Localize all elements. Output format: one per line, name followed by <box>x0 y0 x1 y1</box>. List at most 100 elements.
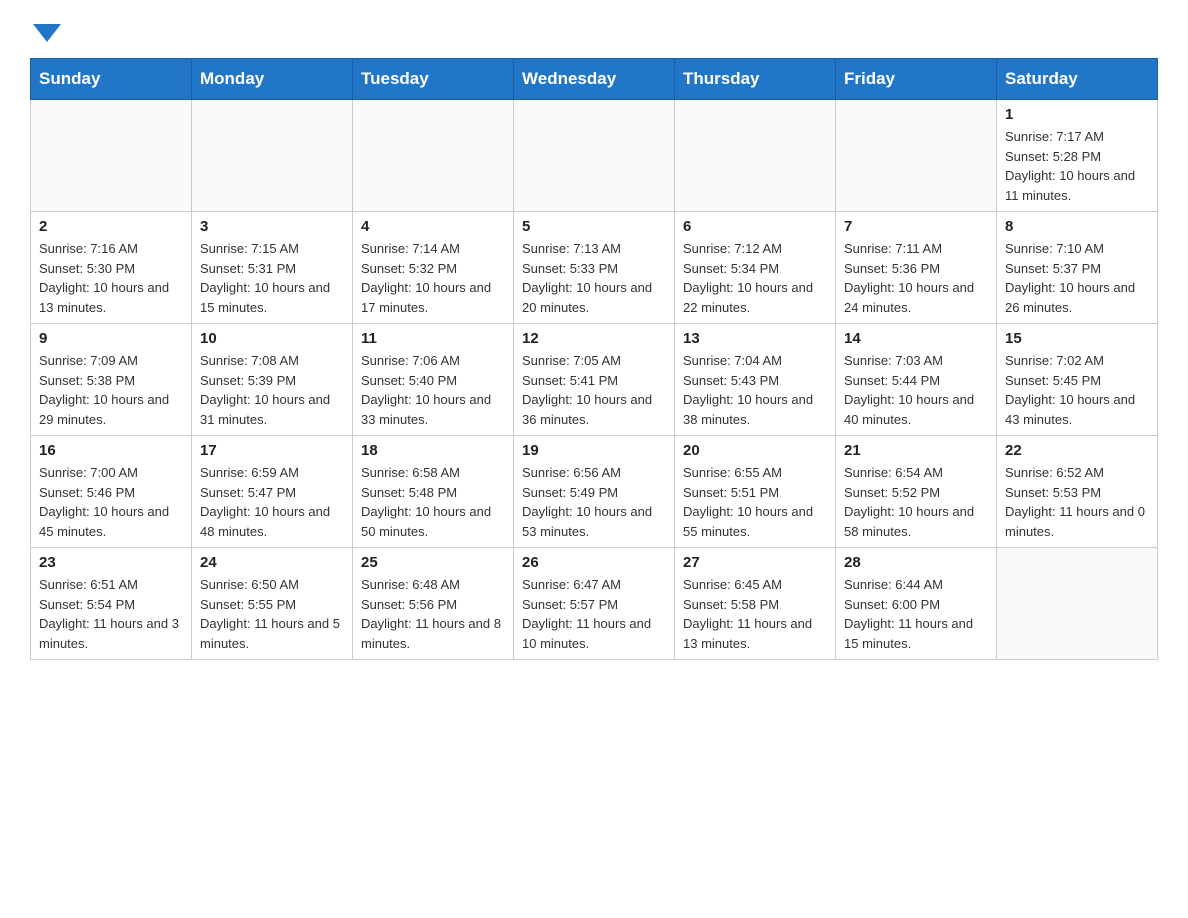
calendar-cell: 6 Sunrise: 7:12 AM Sunset: 5:34 PM Daylig… <box>675 212 836 324</box>
calendar-cell: 20 Sunrise: 6:55 AM Sunset: 5:51 PM Dayli… <box>675 436 836 548</box>
day-number: 9 <box>39 330 183 347</box>
calendar-cell: 24 Sunrise: 6:50 AM Sunset: 5:55 PM Dayli… <box>192 548 353 660</box>
calendar-week-row: 23 Sunrise: 6:51 AM Sunset: 5:54 PM Dayli… <box>31 548 1158 660</box>
day-number: 10 <box>200 330 344 347</box>
calendar-week-row: 16 Sunrise: 7:00 AM Sunset: 5:46 PM Dayli… <box>31 436 1158 548</box>
logo-triangle-icon <box>33 24 61 42</box>
day-number: 14 <box>844 330 988 347</box>
day-info: Sunrise: 6:54 AM Sunset: 5:52 PM Dayligh… <box>844 463 988 541</box>
calendar-cell: 11 Sunrise: 7:06 AM Sunset: 5:40 PM Dayli… <box>353 324 514 436</box>
calendar-cell: 4Sunrise: 7:14 AM Sunset: 5:32 PM Daylig… <box>353 212 514 324</box>
day-number: 8 <box>1005 218 1149 235</box>
day-number: 28 <box>844 554 988 571</box>
day-info: Sunrise: 6:45 AM Sunset: 5:58 PM Dayligh… <box>683 575 827 653</box>
day-number: 25 <box>361 554 505 571</box>
day-info: Sunrise: 7:14 AM Sunset: 5:32 PM Dayligh… <box>361 239 505 317</box>
day-number: 17 <box>200 442 344 459</box>
day-info: Sunrise: 6:48 AM Sunset: 5:56 PM Dayligh… <box>361 575 505 653</box>
day-number: 16 <box>39 442 183 459</box>
calendar-cell <box>514 100 675 212</box>
day-number: 11 <box>361 330 505 347</box>
calendar-week-row: 2 Sunrise: 7:16 AM Sunset: 5:30 PM Daylig… <box>31 212 1158 324</box>
day-number: 6 <box>683 218 827 235</box>
day-number: 15 <box>1005 330 1149 347</box>
day-info: Sunrise: 7:17 AM Sunset: 5:28 PM Dayligh… <box>1005 127 1149 205</box>
day-number: 22 <box>1005 442 1149 459</box>
day-info: Sunrise: 7:03 AM Sunset: 5:44 PM Dayligh… <box>844 351 988 429</box>
day-info: Sunrise: 7:12 AM Sunset: 5:34 PM Dayligh… <box>683 239 827 317</box>
day-info: Sunrise: 7:04 AM Sunset: 5:43 PM Dayligh… <box>683 351 827 429</box>
day-number: 19 <box>522 442 666 459</box>
calendar-cell: 21 Sunrise: 6:54 AM Sunset: 5:52 PM Dayli… <box>836 436 997 548</box>
calendar-cell <box>353 100 514 212</box>
day-info: Sunrise: 6:51 AM Sunset: 5:54 PM Dayligh… <box>39 575 183 653</box>
day-number: 7 <box>844 218 988 235</box>
calendar-cell: 16 Sunrise: 7:00 AM Sunset: 5:46 PM Dayli… <box>31 436 192 548</box>
calendar-cell: 25 Sunrise: 6:48 AM Sunset: 5:56 PM Dayli… <box>353 548 514 660</box>
calendar-header-tuesday: Tuesday <box>353 59 514 100</box>
calendar-cell: 9 Sunrise: 7:09 AM Sunset: 5:38 PM Daylig… <box>31 324 192 436</box>
day-info: Sunrise: 7:05 AM Sunset: 5:41 PM Dayligh… <box>522 351 666 429</box>
day-number: 2 <box>39 218 183 235</box>
calendar-cell <box>31 100 192 212</box>
day-info: Sunrise: 7:16 AM Sunset: 5:30 PM Dayligh… <box>39 239 183 317</box>
calendar-cell: 22 Sunrise: 6:52 AM Sunset: 5:53 PM Dayli… <box>997 436 1158 548</box>
calendar-cell <box>675 100 836 212</box>
calendar-cell: 19 Sunrise: 6:56 AM Sunset: 5:49 PM Dayli… <box>514 436 675 548</box>
calendar-cell: 18 Sunrise: 6:58 AM Sunset: 5:48 PM Dayli… <box>353 436 514 548</box>
calendar-header-thursday: Thursday <box>675 59 836 100</box>
calendar-cell <box>997 548 1158 660</box>
calendar-cell: 27 Sunrise: 6:45 AM Sunset: 5:58 PM Dayli… <box>675 548 836 660</box>
day-info: Sunrise: 6:47 AM Sunset: 5:57 PM Dayligh… <box>522 575 666 653</box>
day-info: Sunrise: 6:55 AM Sunset: 5:51 PM Dayligh… <box>683 463 827 541</box>
calendar-cell: 26 Sunrise: 6:47 AM Sunset: 5:57 PM Dayli… <box>514 548 675 660</box>
calendar-cell: 13 Sunrise: 7:04 AM Sunset: 5:43 PM Dayli… <box>675 324 836 436</box>
logo <box>30 20 61 38</box>
day-number: 13 <box>683 330 827 347</box>
calendar-cell <box>836 100 997 212</box>
calendar-table: SundayMondayTuesdayWednesdayThursdayFrid… <box>30 58 1158 660</box>
calendar-header-row: SundayMondayTuesdayWednesdayThursdayFrid… <box>31 59 1158 100</box>
calendar-header-sunday: Sunday <box>31 59 192 100</box>
day-info: Sunrise: 7:09 AM Sunset: 5:38 PM Dayligh… <box>39 351 183 429</box>
day-info: Sunrise: 7:13 AM Sunset: 5:33 PM Dayligh… <box>522 239 666 317</box>
calendar-cell: 10 Sunrise: 7:08 AM Sunset: 5:39 PM Dayli… <box>192 324 353 436</box>
day-info: Sunrise: 6:44 AM Sunset: 6:00 PM Dayligh… <box>844 575 988 653</box>
day-info: Sunrise: 7:02 AM Sunset: 5:45 PM Dayligh… <box>1005 351 1149 429</box>
day-info: Sunrise: 6:58 AM Sunset: 5:48 PM Dayligh… <box>361 463 505 541</box>
calendar-cell: 2 Sunrise: 7:16 AM Sunset: 5:30 PM Daylig… <box>31 212 192 324</box>
calendar-cell: 17 Sunrise: 6:59 AM Sunset: 5:47 PM Dayli… <box>192 436 353 548</box>
day-info: Sunrise: 6:56 AM Sunset: 5:49 PM Dayligh… <box>522 463 666 541</box>
day-number: 24 <box>200 554 344 571</box>
day-number: 1 <box>1005 106 1149 123</box>
day-info: Sunrise: 7:10 AM Sunset: 5:37 PM Dayligh… <box>1005 239 1149 317</box>
calendar-header-saturday: Saturday <box>997 59 1158 100</box>
day-info: Sunrise: 6:50 AM Sunset: 5:55 PM Dayligh… <box>200 575 344 653</box>
day-number: 23 <box>39 554 183 571</box>
calendar-week-row: 9 Sunrise: 7:09 AM Sunset: 5:38 PM Daylig… <box>31 324 1158 436</box>
calendar-cell <box>192 100 353 212</box>
day-info: Sunrise: 6:52 AM Sunset: 5:53 PM Dayligh… <box>1005 463 1149 541</box>
page-header <box>30 20 1158 38</box>
day-number: 12 <box>522 330 666 347</box>
day-number: 21 <box>844 442 988 459</box>
calendar-cell: 12 Sunrise: 7:05 AM Sunset: 5:41 PM Dayli… <box>514 324 675 436</box>
calendar-header-monday: Monday <box>192 59 353 100</box>
calendar-cell: 7 Sunrise: 7:11 AM Sunset: 5:36 PM Daylig… <box>836 212 997 324</box>
calendar-cell: 14 Sunrise: 7:03 AM Sunset: 5:44 PM Dayli… <box>836 324 997 436</box>
day-number: 20 <box>683 442 827 459</box>
calendar-cell: 1 Sunrise: 7:17 AM Sunset: 5:28 PM Daylig… <box>997 100 1158 212</box>
calendar-header-wednesday: Wednesday <box>514 59 675 100</box>
day-number: 18 <box>361 442 505 459</box>
day-info: Sunrise: 7:06 AM Sunset: 5:40 PM Dayligh… <box>361 351 505 429</box>
day-number: 27 <box>683 554 827 571</box>
day-info: Sunrise: 7:00 AM Sunset: 5:46 PM Dayligh… <box>39 463 183 541</box>
day-info: Sunrise: 6:59 AM Sunset: 5:47 PM Dayligh… <box>200 463 344 541</box>
calendar-week-row: 1 Sunrise: 7:17 AM Sunset: 5:28 PM Daylig… <box>31 100 1158 212</box>
day-info: Sunrise: 7:15 AM Sunset: 5:31 PM Dayligh… <box>200 239 344 317</box>
day-info: Sunrise: 7:11 AM Sunset: 5:36 PM Dayligh… <box>844 239 988 317</box>
day-info: Sunrise: 7:08 AM Sunset: 5:39 PM Dayligh… <box>200 351 344 429</box>
calendar-cell: 23 Sunrise: 6:51 AM Sunset: 5:54 PM Dayli… <box>31 548 192 660</box>
calendar-cell: 28 Sunrise: 6:44 AM Sunset: 6:00 PM Dayli… <box>836 548 997 660</box>
day-number: 26 <box>522 554 666 571</box>
